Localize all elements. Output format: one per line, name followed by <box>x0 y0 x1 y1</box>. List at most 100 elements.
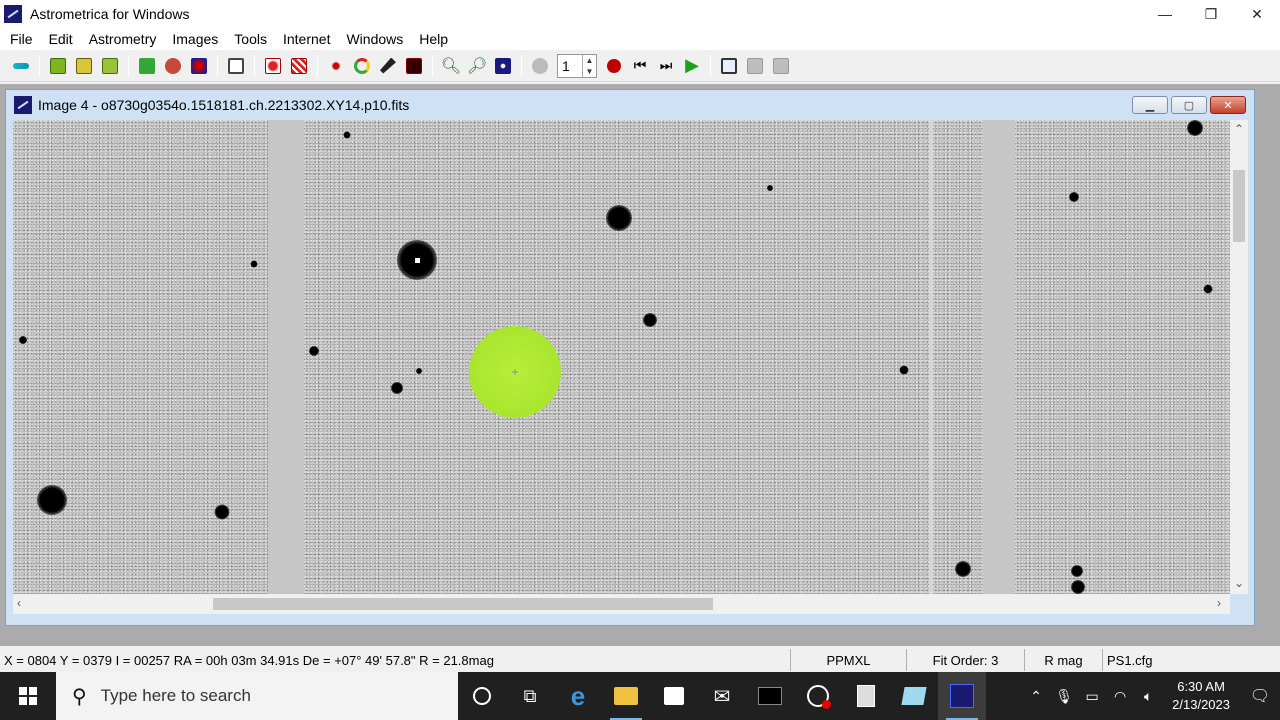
star-chart-button[interactable] <box>188 55 210 77</box>
speaker-icon[interactable]: 🔈︎ <box>1134 688 1162 705</box>
notification-center-button[interactable]: 🗨︎ <box>1240 672 1280 720</box>
frame-number-spinner[interactable]: 1 ▲ ▼ <box>557 53 597 78</box>
track-and-stack-button[interactable] <box>377 55 399 77</box>
edge-app[interactable]: e <box>554 672 602 720</box>
record-button[interactable] <box>603 55 625 77</box>
vertical-scroll-thumb[interactable] <box>1233 170 1245 242</box>
microsoft-store-app[interactable] <box>650 672 698 720</box>
reference-stars-button[interactable] <box>262 55 284 77</box>
terminal-app[interactable] <box>746 672 794 720</box>
system-clock[interactable]: 6:30 AM 2/13/2023 <box>1162 678 1240 714</box>
chevron-up-icon[interactable]: ▲ <box>583 55 596 66</box>
taskbar-search-box[interactable]: ⚲ Type here to search <box>56 672 458 720</box>
starfield-button[interactable] <box>492 55 514 77</box>
play-button[interactable]: ▶ <box>681 55 703 77</box>
image-window-icon[interactable] <box>14 96 32 114</box>
menu-tools[interactable]: Tools <box>226 28 275 50</box>
start-button[interactable] <box>0 672 56 720</box>
star[interactable] <box>606 205 632 231</box>
image-close-button[interactable]: ✕ <box>1210 96 1246 114</box>
star[interactable] <box>1071 580 1085 594</box>
star[interactable] <box>250 260 258 268</box>
data-reduction-button[interactable] <box>288 55 310 77</box>
scroll-down-arrow-icon[interactable]: ⌄ <box>1234 576 1244 590</box>
star[interactable] <box>899 365 909 375</box>
cortana-button[interactable] <box>458 672 506 720</box>
connect-button[interactable] <box>10 55 32 77</box>
image-window-title-bar[interactable]: Image 4 - o8730g0354o.1518181.ch.2213302… <box>6 90 1254 120</box>
disabled-button-1[interactable] <box>744 55 766 77</box>
fits-image-canvas[interactable]: + <box>13 120 1230 594</box>
zoom-in-button[interactable]: 🔍︎ <box>440 55 462 77</box>
image-maximize-button[interactable]: ▢ <box>1171 96 1207 114</box>
close-button[interactable]: ✕ <box>1234 0 1280 28</box>
astrometrica-taskbar-app[interactable] <box>938 672 986 720</box>
menu-help[interactable]: Help <box>411 28 456 50</box>
star[interactable] <box>19 336 27 344</box>
zoom-out-button[interactable]: 🔎︎ <box>466 55 488 77</box>
minimize-button[interactable]: — <box>1142 0 1188 28</box>
menu-edit[interactable]: Edit <box>41 28 81 50</box>
add-button[interactable] <box>136 55 158 77</box>
menu-images[interactable]: Images <box>164 28 226 50</box>
image-search-button[interactable] <box>718 55 740 77</box>
blink-button[interactable] <box>225 55 247 77</box>
star[interactable] <box>343 131 351 139</box>
aperture-button[interactable] <box>351 55 373 77</box>
maximize-icon: ▢ <box>1183 99 1195 112</box>
star[interactable] <box>767 185 773 191</box>
mail-app[interactable]: ✉ <box>698 672 746 720</box>
battery-icon[interactable]: ▭ <box>1078 688 1106 705</box>
load-darks-button[interactable] <box>73 55 95 77</box>
previous-frame-button[interactable]: ⏮ <box>629 55 651 77</box>
microphone-icon[interactable]: 🎙︎ <box>1050 688 1078 705</box>
next-frame-button[interactable]: ⏭ <box>655 55 677 77</box>
star[interactable] <box>309 346 319 356</box>
blink-toggle-button[interactable] <box>529 55 551 77</box>
star[interactable] <box>37 485 67 515</box>
load-flats-button[interactable] <box>99 55 121 77</box>
settings-button[interactable] <box>162 55 184 77</box>
image-minimize-button[interactable]: ▁ <box>1132 96 1168 114</box>
scroll-left-arrow-icon[interactable]: ‹ <box>17 596 21 610</box>
zoom-out-icon: 🔎︎ <box>466 57 488 75</box>
menu-windows[interactable]: Windows <box>338 28 411 50</box>
star[interactable] <box>643 313 657 327</box>
red-grid-icon <box>291 57 307 74</box>
scroll-up-arrow-icon[interactable]: ⌃ <box>1234 122 1244 136</box>
disabled-button-2[interactable] <box>770 55 792 77</box>
star[interactable] <box>1203 284 1213 294</box>
windows-taskbar: ⚲ Type here to search ⧉ e ✉ ⌃ 🎙︎ ▭ ◠ 🔈︎ … <box>0 672 1280 720</box>
moving-object-button[interactable] <box>403 55 425 77</box>
menu-astrometry[interactable]: Astrometry <box>81 28 165 50</box>
toolbar-separator <box>710 54 711 77</box>
wifi-icon[interactable]: ◠ <box>1106 688 1134 705</box>
file-explorer-app[interactable] <box>602 672 650 720</box>
star[interactable] <box>416 368 422 374</box>
vertical-scrollbar[interactable]: ⌃ ⌄ <box>1230 120 1248 594</box>
star[interactable] <box>955 561 971 577</box>
scroll-right-arrow-icon[interactable]: › <box>1217 596 1221 610</box>
chevron-down-icon[interactable]: ▼ <box>583 66 596 77</box>
spinner-arrows[interactable]: ▲ ▼ <box>582 54 596 77</box>
horizontal-scroll-thumb[interactable] <box>213 598 713 610</box>
star[interactable] <box>1071 565 1083 577</box>
load-images-button[interactable] <box>47 55 69 77</box>
star[interactable] <box>1187 120 1203 136</box>
target-aperture-marker[interactable]: + <box>469 326 561 418</box>
calculator-app[interactable] <box>842 672 890 720</box>
astrometrica-app-icon[interactable] <box>4 5 22 23</box>
horizontal-scrollbar[interactable]: ‹ › <box>13 594 1230 614</box>
chevron-up-icon[interactable]: ⌃ <box>1022 688 1050 705</box>
notes-app[interactable] <box>890 672 938 720</box>
menu-file[interactable]: File <box>2 28 41 50</box>
star[interactable] <box>214 504 230 520</box>
obs-app[interactable] <box>794 672 842 720</box>
maximize-button[interactable]: ❐ <box>1188 0 1234 28</box>
crosshair-icon: + <box>511 365 519 379</box>
known-objects-button[interactable] <box>325 55 347 77</box>
task-view-button[interactable]: ⧉ <box>506 672 554 720</box>
menu-internet[interactable]: Internet <box>275 28 338 50</box>
star[interactable] <box>391 382 403 394</box>
star[interactable] <box>1069 192 1079 202</box>
